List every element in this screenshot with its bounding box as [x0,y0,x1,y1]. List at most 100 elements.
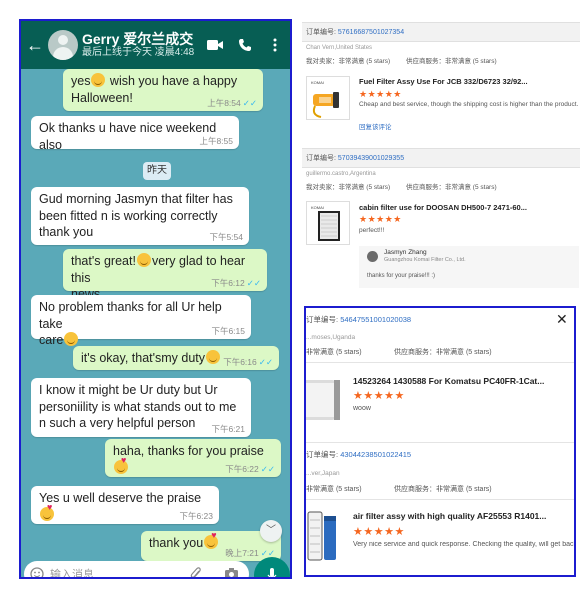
buyer-location: Chan Vern,United States [306,45,373,51]
svg-text:KOMAI: KOMAI [311,205,324,210]
buyer-rating: 我对卖家：非常满意 (5 stars) [306,184,391,191]
message-time: 上午8:54 ✓✓ [207,97,257,108]
screenshot-canvas: ← Gerry 爱尔兰成交 最后上线于今天 凌晨4:48 yes wish yo… [0,0,588,591]
buyer-location: guillermo.castro,Argentina [306,171,376,177]
product-star-rating: ★★★★★ [359,89,402,99]
back-arrow-icon[interactable]: ← [24,35,46,56]
message-bubble-outgoing[interactable]: it's okay, that'smy duty 下午6:16 ✓✓ [73,346,279,370]
review-text: perfect!!! [359,227,385,234]
message-bubble-incoming[interactable]: Gud morning Jasmyn that filter has been … [31,187,249,245]
message-bubble-outgoing[interactable]: that's great! very glad to hear this news… [63,249,267,301]
order-number-link[interactable]: 57616687501027354 [338,29,404,36]
camera-icon[interactable] [224,567,239,579]
message-text: it's okay, that'smy duty [81,351,206,365]
smiling-face-with-hearts-emoji-icon [114,455,128,474]
grinning-face-emoji-icon [136,253,151,267]
review-text: Very nice service and quick response. Ch… [353,541,574,548]
message-text: Halloween! [71,90,133,105]
buyer-rating: 非常满意 (5 stars) [306,349,362,356]
product-title-link[interactable]: cabin filter use for DOOSAN DH500-7 2471… [359,203,574,212]
message-bubble-outgoing[interactable]: haha, thanks for you praise 下午6:22✓✓ [105,439,281,477]
air-filter-product-image[interactable] [306,506,342,568]
message-bubble-incoming[interactable]: Ok thanks u have nice weekend also 上午8:5… [31,116,239,152]
message-bubble-outgoing[interactable]: yes wish you have a happy Halloween! 上午8… [63,69,263,111]
smiling-face-emoji-icon [91,73,106,87]
message-time: 下午6:15 [211,325,245,336]
read-receipt-icon: ✓✓ [246,277,261,288]
review-text: woow [353,405,371,412]
chat-header: ← Gerry 爱尔兰成交 最后上线于今天 凌晨4:48 [21,21,290,69]
read-receipt-icon: ✓✓ [258,356,273,367]
attach-icon[interactable] [190,567,202,579]
message-text: thank you [149,536,204,550]
message-bubble-incoming[interactable]: No problem thanks for all Ur help take c… [31,295,251,347]
product-title-link[interactable]: Fuel Filter Assy Use For JCB 332/D6723 3… [359,77,574,86]
product-star-rating: ★★★★★ [353,390,405,402]
message-input-placeholder: 输入消息 [50,569,94,579]
buyer-location: ...moses,Uganda [306,334,356,341]
close-icon[interactable]: ✕ [556,312,568,326]
message-text: been fitted n is working correctly [39,208,218,223]
phone-call-icon[interactable] [230,38,260,52]
contact-name: Gerry 爱尔兰成交 [82,31,194,48]
message-bubble-incoming[interactable]: Yes u well deserve the praise 下午6:23 [31,486,219,524]
divider [306,442,574,443]
smiling-face-with-hearts-emoji-icon [204,530,219,549]
supplier-service-rating: 供应商服务：非常满意 (5 stars) [394,349,492,356]
emoji-picker-icon[interactable] [30,567,44,579]
video-call-icon[interactable] [200,39,230,51]
product-title-link[interactable]: air filter assy with high quality AF2555… [353,511,574,521]
message-text: that's great! [71,254,136,268]
message-text: n such a very helpful person [39,416,196,430]
message-composer: 输入消息 [21,557,290,579]
scroll-to-bottom-icon[interactable]: ﹀ [260,520,282,542]
supplier-service-rating: 供应商服务：非常满意 (5 stars) [406,184,497,191]
smiling-face-emoji-icon [64,332,79,346]
seller-reply-text: thanks for your praise!!! :) [367,273,436,279]
face-blowing-kiss-emoji-icon [40,502,54,521]
message-text: thank you [39,225,94,239]
fuel-filter-product-image[interactable]: KOMAI [306,76,350,120]
cabin-filter-product-image[interactable]: KOMAI [306,201,350,245]
more-options-icon[interactable] [260,38,290,52]
order-number-label: 订单编号: [306,450,339,459]
message-text: No problem thanks for all Ur help take [39,300,222,331]
review-text: Cheap and best service, though the shipp… [359,101,579,108]
message-time: 下午6:21 [211,423,245,434]
supplier-service-rating: 供应商服务：非常满意 (5 stars) [394,486,492,493]
last-seen-status: 最后上线于今天 凌晨4:48 [82,47,195,59]
order-number-link[interactable]: 43044238501022415 [340,450,411,459]
seller-name: Jasmyn Zhang [384,249,427,256]
contact-avatar[interactable] [48,30,78,60]
seller-avatar [367,251,378,262]
microphone-icon[interactable] [254,557,290,577]
product-title-link[interactable]: 14523264 1430588 For Komatsu PC40FR-1Cat… [353,376,574,386]
date-divider: 昨天 [143,162,171,180]
round-filter-product-image[interactable] [306,370,342,430]
order-number-label: 订单编号: [306,29,336,36]
divider [306,499,574,500]
order-header: 订单编号: 54647551001020038 [306,309,574,331]
contact-info[interactable]: Gerry 爱尔兰成交 最后上线于今天 凌晨4:48 [82,31,200,59]
message-text: wish you have a happy [106,74,238,88]
message-input[interactable]: 输入消息 [24,561,249,579]
buyer-location: ...ver,Japan [306,470,340,477]
reply-review-link[interactable]: 回复该评论 [359,121,392,131]
message-text: personiility is what stands out to me [39,399,237,414]
read-receipt-icon: ✓✓ [242,97,257,108]
message-time: 下午5:54 [209,231,243,242]
order-header: 订单编号: 43044238501022415 [306,444,574,466]
message-text: care [39,333,64,347]
message-time: 下午6:12 ✓✓ [211,277,261,288]
message-time: 上午8:55 [199,135,233,146]
order-reviews-panel: 订单编号: 57616687501027354 Chan Vern,United… [302,18,580,308]
message-text: Yes u well deserve the praise [39,491,202,505]
order-number-link[interactable]: 57039439001029355 [338,155,404,162]
product-star-rating: ★★★★★ [359,214,402,224]
message-text: yes [71,74,91,88]
order-number-label: 订单编号: [306,315,339,324]
message-bubble-incoming[interactable]: I know it might be Ur duty but Ur person… [31,378,251,437]
order-header: 订单编号: 57616687501027354 [302,22,580,42]
order-number-link[interactable]: 54647551001020038 [340,315,411,324]
message-list[interactable]: yes wish you have a happy Halloween! 上午8… [21,69,290,561]
